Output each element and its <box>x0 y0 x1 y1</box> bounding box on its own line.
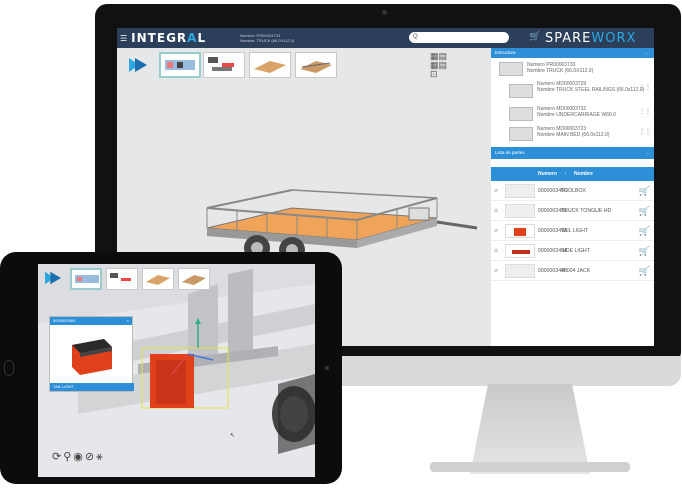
parts-list-title: Lista de partes <box>495 150 525 155</box>
cart-icon[interactable]: 🛒 <box>639 221 650 241</box>
sort-icon[interactable]: ↑ <box>564 167 567 181</box>
table-row[interactable]: ⊘ 0000003491 TRUCK TONGUE HD 🛒 <box>491 201 654 221</box>
more-icon[interactable]: … <box>646 48 651 58</box>
part-thumbnail <box>505 204 535 218</box>
eye-icon[interactable]: ⊘ <box>494 221 498 241</box>
project-info: Numero: PR00003733 Nombre: TRUCK (66.0X1… <box>240 33 294 43</box>
more-icon[interactable]: ⋮⋮ <box>639 84 651 91</box>
structure-item-root[interactable]: Numero PR00003733 Nombre TRUCK (66.0X112… <box>491 58 654 80</box>
parts-table-header: Numero ↑ Nombre <box>491 167 654 181</box>
structure-label: Numero MD00003723 Nombre MAIN BED (66.0x… <box>537 126 610 138</box>
cart-icon[interactable]: 🛒 <box>639 201 650 221</box>
structure-label: Numero PR00003733 Nombre TRUCK (66.0X112… <box>527 62 594 74</box>
thumbnail-1[interactable] <box>159 52 201 78</box>
thumbnail-3[interactable] <box>249 52 291 78</box>
menu-icon[interactable]: ☰ <box>120 34 127 43</box>
ipad-screen: 0000003493 × TAIL LIGHT ⟳⚲◉⊘⚹ ↖ <box>38 264 315 477</box>
search-input[interactable]: Q <box>409 32 509 43</box>
spacer <box>491 159 654 167</box>
structure-header[interactable]: Estructura … <box>491 48 654 58</box>
cart-icon[interactable]: 🛒 <box>639 181 650 201</box>
popup-part-number: 0000003493 <box>53 318 76 323</box>
parts-list-header[interactable]: Lista de partes … <box>491 147 654 159</box>
back-arrow-icon[interactable] <box>43 270 63 286</box>
right-panel: Estructura … Numero PR00003733 Nombre TRU… <box>491 48 654 346</box>
thumbnail-2[interactable] <box>203 52 245 78</box>
cart-icon[interactable]: 🛒 <box>529 31 540 42</box>
col-number[interactable]: Numero <box>538 167 557 181</box>
thumbnail-3[interactable] <box>142 268 174 290</box>
cart-icon[interactable]: 🛒 <box>639 261 650 281</box>
part-name: TRUCK TONGUE HD <box>561 208 612 214</box>
eye-icon[interactable]: ⊘ <box>494 181 498 201</box>
imac-stand-base <box>430 462 630 472</box>
part-name: TOOLBOX <box>561 188 586 194</box>
eye-icon[interactable]: ◉ <box>73 451 85 463</box>
cart-icon[interactable]: 🛒 <box>639 241 650 261</box>
spareworx-logo: SPAREWORX <box>545 31 637 46</box>
view-toolbar: ⟳⚲◉⊘⚹ <box>52 450 105 464</box>
home-button[interactable] <box>4 360 14 376</box>
explode-icon[interactable]: ⚹ <box>96 451 105 463</box>
structure-label: Numero MD00003729 Nombre TRUCK STEEL RAI… <box>537 81 645 93</box>
close-icon[interactable]: × <box>127 317 129 325</box>
part-thumbnail <box>509 107 533 121</box>
part-thumbnail <box>509 84 533 98</box>
popup-part-name: TAIL LIGHT <box>50 383 134 391</box>
back-arrow-icon[interactable] <box>127 56 149 74</box>
structure-item[interactable]: Numero MD00003729 Nombre TRUCK STEEL RAI… <box>491 80 654 104</box>
part-name: 40004 JACK <box>561 268 591 274</box>
thumbnail-4[interactable] <box>178 268 210 290</box>
part-name: TAIL LIGHT <box>561 228 589 234</box>
structure-item[interactable]: Numero MD00003732 Nombre UNDERCARRIAGE W… <box>491 104 654 124</box>
part-thumbnail <box>505 244 535 258</box>
scene: ☰ INTEGRAL Numero: PR00003733 Nombre: TR… <box>0 0 682 489</box>
imac-stand <box>470 384 590 474</box>
cursor-icon: ↖ <box>230 433 236 439</box>
thumbnail-1[interactable] <box>70 268 102 290</box>
structure-item[interactable]: Numero MD00003723 Nombre MAIN BED (66.0x… <box>491 124 654 147</box>
col-name[interactable]: Nombre <box>574 167 593 181</box>
popup-part-image <box>72 339 112 375</box>
eye-off-icon[interactable]: ⊘ <box>85 451 96 463</box>
part-name: SIDE LIGHT <box>561 248 590 254</box>
part-thumbnail <box>499 62 523 76</box>
top-bar: ☰ INTEGRAL Numero: PR00003733 Nombre: TR… <box>117 28 654 48</box>
table-row[interactable]: ⊘ 0000003495 40004 JACK 🛒 <box>491 261 654 281</box>
thumbnail-2[interactable] <box>106 268 138 290</box>
rotate-icon[interactable]: ⟳ <box>52 451 63 463</box>
eye-icon[interactable]: ⊘ <box>494 201 498 221</box>
more-icon[interactable]: ⋮⋮ <box>639 128 651 135</box>
part-thumbnail <box>509 127 533 141</box>
webcam <box>382 10 387 15</box>
table-row[interactable]: ⊘ 0000003493 TAIL LIGHT 🛒 <box>491 221 654 241</box>
part-thumbnail <box>505 224 535 238</box>
eye-icon[interactable]: ⊘ <box>494 261 498 281</box>
integral-logo: INTEGRAL <box>131 31 207 45</box>
table-row[interactable]: ⊘ 0000003466 TOOLBOX 🛒 <box>491 181 654 201</box>
eye-icon[interactable]: ⊘ <box>494 241 498 261</box>
ipad-camera <box>325 366 329 370</box>
project-name: Nombre: TRUCK (66.0X112.0) <box>240 38 295 43</box>
part-thumbnail <box>505 184 535 198</box>
structure-title: Estructura <box>495 50 516 55</box>
part-thumbnail <box>505 264 535 278</box>
popup-header: 0000003493 × <box>50 317 132 325</box>
zoom-icon[interactable]: ⚲ <box>63 451 73 463</box>
more-icon[interactable]: ⋮⋮ <box>639 108 651 115</box>
grid-view-icon[interactable]: ▦▤ ▦▤ ⊡ <box>430 52 447 79</box>
structure-label: Numero MD00003732 Nombre UNDERCARRIAGE W… <box>537 106 616 118</box>
part-popup: 0000003493 × TAIL LIGHT <box>49 316 134 392</box>
search-icon: Q <box>413 34 418 40</box>
table-row[interactable]: ⊘ 0000003494 SIDE LIGHT 🛒 <box>491 241 654 261</box>
thumbnail-4[interactable] <box>295 52 337 78</box>
more-icon[interactable]: … <box>646 147 651 159</box>
